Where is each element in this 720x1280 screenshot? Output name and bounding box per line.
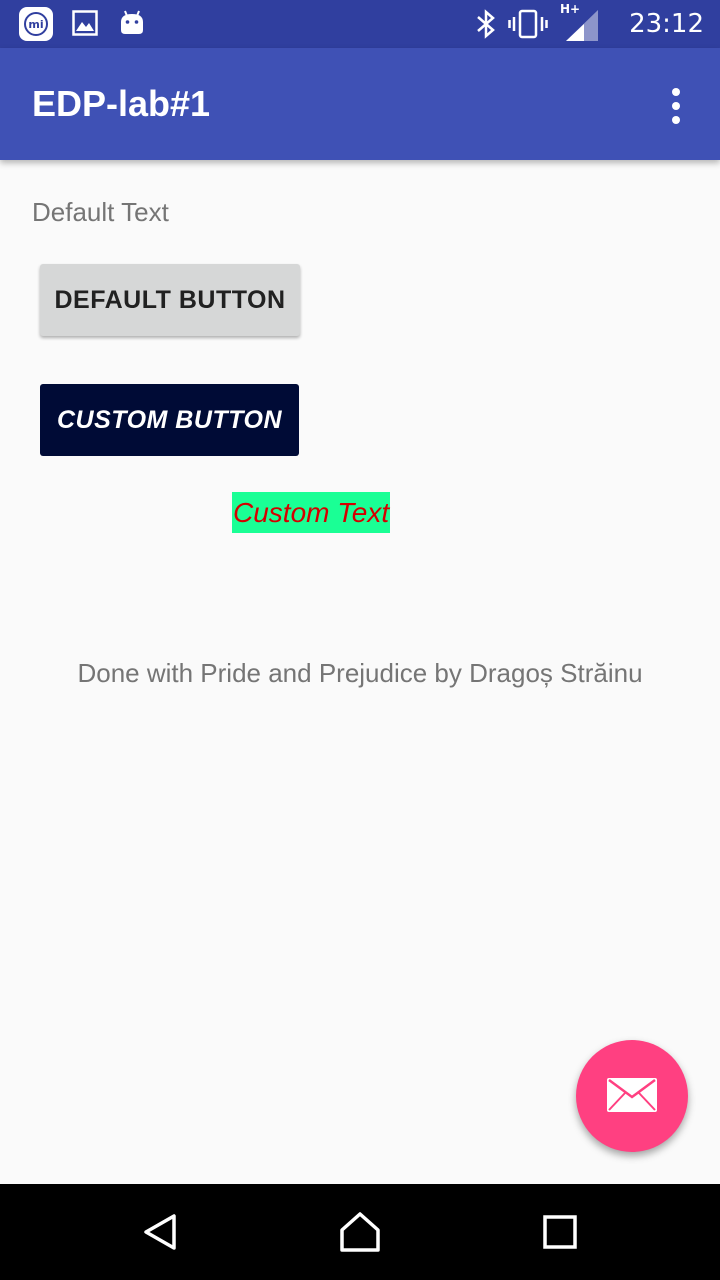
mail-fab-button[interactable]	[576, 1040, 688, 1152]
more-vert-icon[interactable]	[656, 86, 696, 126]
default-text: Default Text	[32, 197, 169, 227]
mi-icon: mi	[18, 6, 54, 46]
default-button[interactable]: DEFAULT BUTTON	[40, 264, 300, 336]
custom-button[interactable]: CUSTOM BUTTON	[40, 384, 299, 456]
mail-icon	[606, 1077, 658, 1116]
gallery-icon	[72, 10, 98, 40]
status-time: 23:12	[629, 9, 704, 39]
main-content: Default Text DEFAULT BUTTON CUSTOM BUTTO…	[0, 160, 720, 1184]
svg-text:mi: mi	[28, 18, 43, 31]
back-icon[interactable]	[136, 1208, 184, 1256]
app-title: EDP-lab#1	[32, 83, 211, 124]
app-bar: EDP-lab#1	[0, 48, 720, 160]
footer-credit-text: Done with Pride and Prejudice by Dragoș …	[77, 658, 643, 688]
status-bar: mi H+ 23:12	[0, 0, 720, 48]
signal-icon: H+	[558, 2, 602, 46]
vibrate-icon	[508, 8, 548, 44]
network-type-label: H+	[560, 2, 581, 16]
bluetooth-icon	[474, 8, 498, 44]
custom-text: Custom Text	[232, 492, 391, 533]
home-icon[interactable]	[336, 1208, 384, 1256]
android-icon	[118, 8, 146, 40]
recents-icon[interactable]	[536, 1208, 584, 1256]
navigation-bar	[0, 1184, 720, 1280]
